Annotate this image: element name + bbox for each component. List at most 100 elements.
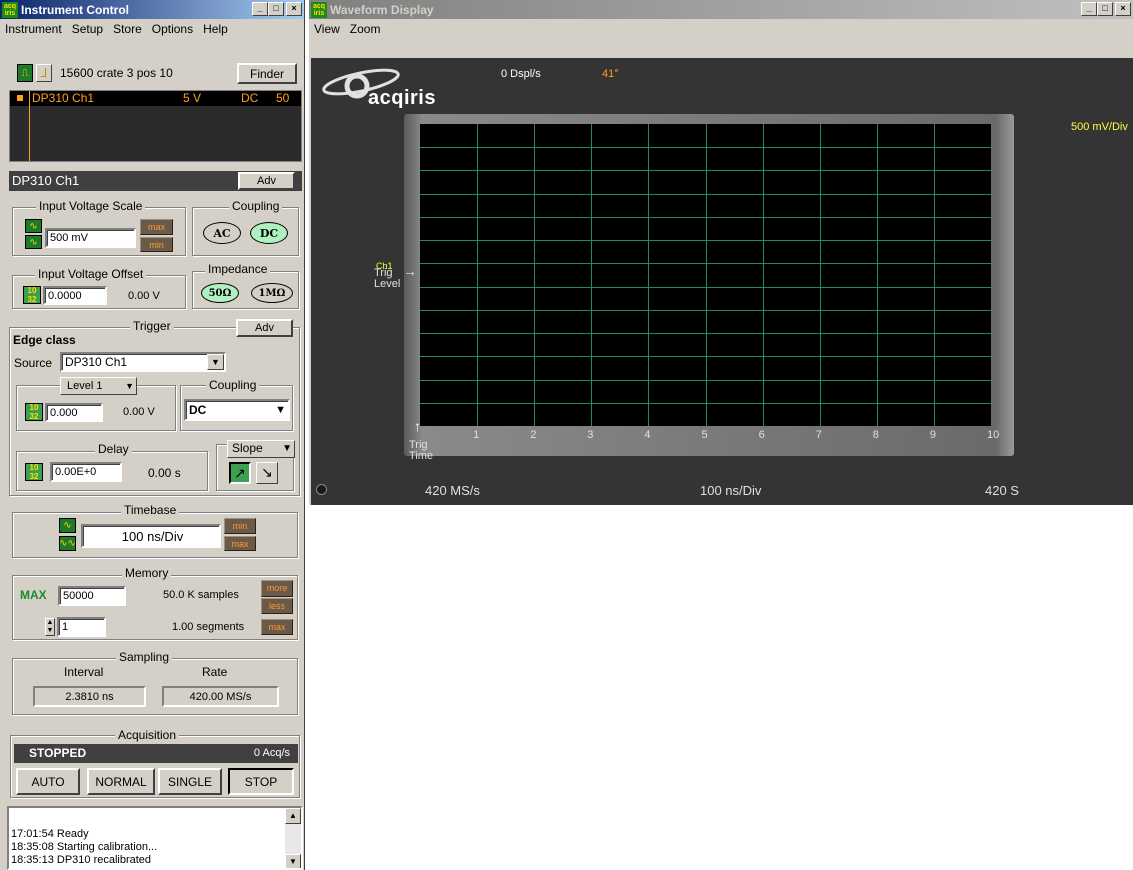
channel-volts: 5 V: [183, 91, 202, 105]
delay-label: Delay: [95, 442, 132, 456]
instrument-control-window: acq iris Instrument Control _ □ × Instrum…: [0, 0, 305, 870]
delay-field[interactable]: 0.00E+0: [50, 462, 122, 482]
level-numeric-icon[interactable]: 10 32: [25, 403, 43, 421]
falling-slope-button[interactable]: ↘: [256, 462, 278, 484]
menu-store[interactable]: Store: [108, 22, 147, 36]
memory-segments-readout: 1.00 segments: [172, 621, 245, 633]
acquisition-status-bar: STOPPED 0 Acq/s: [14, 744, 298, 763]
slope-select[interactable]: Slope ▼: [227, 440, 295, 458]
x-tick-label: 6: [758, 429, 765, 441]
trigger-class: Edge class: [13, 333, 76, 347]
memory-samples-field[interactable]: 50000: [58, 586, 126, 606]
memory-label: Memory: [122, 566, 172, 580]
channel-row[interactable]: DP310 Ch1 5 V DC 50: [10, 91, 301, 106]
finder-button[interactable]: Finder: [237, 63, 297, 84]
trigger-source-value: DP310 Ch1: [65, 355, 128, 369]
log-scrollbar[interactable]: ▲ ▼: [285, 808, 301, 868]
stop-button[interactable]: STOP: [228, 768, 294, 795]
volts-per-div: 500 mV/Div: [1071, 121, 1128, 133]
trigger-coupling-value: DC: [189, 403, 207, 417]
delay-numeric-icon[interactable]: 10 32: [25, 463, 43, 481]
channel-list[interactable]: DP310 Ch1 5 V DC 50: [9, 90, 302, 162]
chevron-down-icon[interactable]: ▼: [125, 378, 134, 394]
rate-readout: 420.00 MS/s: [162, 686, 279, 707]
memory-less-button[interactable]: less: [261, 598, 293, 614]
timebase-sine-icon[interactable]: ∿: [59, 518, 76, 533]
impedance-1m-button[interactable]: 1MΩ: [251, 283, 293, 303]
segments-spinner[interactable]: ▲ ▼: [45, 618, 55, 636]
analog-mode-icon[interactable]: ⎍: [17, 64, 33, 82]
menu-view[interactable]: View: [309, 22, 345, 36]
memory-segments-field[interactable]: 1: [57, 617, 106, 637]
close-button[interactable]: ×: [286, 2, 302, 16]
auto-button[interactable]: AUTO: [16, 768, 80, 795]
offset-numeric-icon[interactable]: 10 32: [23, 286, 41, 304]
x-tick-label: 4: [644, 429, 651, 441]
scroll-down-icon[interactable]: ▼: [285, 854, 301, 868]
scale-max-button[interactable]: max: [140, 219, 173, 235]
trigger-label: Trigger: [130, 319, 174, 333]
menu-help[interactable]: Help: [198, 22, 233, 36]
chevron-down-icon[interactable]: ▼: [275, 404, 286, 416]
timebase-fast-icon[interactable]: ∿∿: [59, 536, 76, 551]
trigger-level-field[interactable]: 0.000: [45, 403, 103, 422]
chevron-down-icon[interactable]: ▼: [207, 354, 224, 370]
trigger-coupling-select[interactable]: DC ▼: [184, 399, 290, 421]
chevron-down-icon[interactable]: ▼: [282, 441, 292, 456]
interval-label: Interval: [64, 665, 104, 679]
maximize-button[interactable]: □: [1097, 2, 1113, 16]
trig-level-label: Trig Level: [374, 267, 401, 290]
scale-sine-icon[interactable]: ∿: [25, 219, 42, 233]
impedance-50-button[interactable]: 50Ω: [201, 283, 239, 303]
trig-time-label: Trig Time: [409, 439, 434, 462]
log-box[interactable]: 17:01:54 Ready 18:35:08 Starting calibra…: [7, 806, 303, 870]
memory-max-button[interactable]: max: [261, 619, 293, 635]
channel-adv-button[interactable]: Adv: [238, 172, 295, 190]
trig-time-arrow[interactable]: ↑: [414, 418, 421, 434]
display-rate: 0 Dspl/s: [501, 68, 541, 80]
instrument-titlebar[interactable]: acq iris Instrument Control _ □ ×: [0, 0, 304, 19]
trigger-level-readout: 0.00 V: [123, 406, 155, 418]
acquisition-status: STOPPED: [29, 746, 87, 760]
minimize-button[interactable]: _: [1081, 2, 1097, 16]
input-offset-label: Input Voltage Offset: [35, 267, 147, 281]
memory-more-button[interactable]: more: [261, 580, 293, 597]
x-tick-label: 7: [815, 429, 822, 441]
coupling-dc-button[interactable]: DC: [250, 222, 288, 244]
input-scale-field[interactable]: 500 mV: [45, 228, 136, 248]
channel-impedance: 50: [276, 91, 290, 105]
memory-max-label: MAX: [20, 588, 47, 602]
offset-field[interactable]: 0.0000: [43, 286, 107, 305]
instrument-menubar: Instrument Setup Store Options Help: [0, 19, 304, 38]
timebase-min-button[interactable]: min: [224, 518, 256, 534]
scroll-up-icon[interactable]: ▲: [285, 808, 301, 824]
close-button[interactable]: ×: [1115, 2, 1131, 16]
digital-mode-icon[interactable]: ⅃: [36, 64, 52, 82]
maximize-button[interactable]: □: [268, 2, 284, 16]
timebase-field[interactable]: 100 ns/Div: [81, 524, 221, 548]
minimize-button[interactable]: _: [252, 2, 268, 16]
normal-button[interactable]: NORMAL: [87, 768, 155, 795]
menu-setup[interactable]: Setup: [67, 22, 108, 36]
menu-options[interactable]: Options: [147, 22, 198, 36]
log-line: 18:35:13 DP310 recalibrated: [11, 854, 152, 866]
scope-area: acqiris 0 Dspl/s 41° 500 mV/Div Ch1 Trig…: [311, 58, 1133, 505]
coupling-ac-button[interactable]: AC: [203, 222, 241, 244]
menu-instrument[interactable]: Instrument: [0, 22, 67, 36]
trigger-adv-button[interactable]: Adv: [236, 319, 293, 337]
trigger-coupling-label: Coupling: [206, 378, 260, 392]
timebase-max-button[interactable]: max: [224, 536, 256, 551]
waveform-window: acq iris Waveform Display _ □ × View Zoom…: [309, 0, 1133, 505]
trigger-source-select[interactable]: DP310 Ch1 ▼: [60, 352, 226, 372]
timebase-label: Timebase: [121, 503, 180, 517]
logo-text: acqiris: [368, 87, 436, 109]
waveform-titlebar[interactable]: acq iris Waveform Display _ □ ×: [309, 0, 1133, 19]
trigger-level-select[interactable]: Level 1 ▼: [60, 377, 137, 395]
rising-slope-button[interactable]: ↗: [229, 462, 251, 484]
menu-zoom[interactable]: Zoom: [345, 22, 386, 36]
scale-sine-small-icon[interactable]: ∿: [25, 235, 42, 249]
trig-level-arrow[interactable]: →: [403, 263, 417, 279]
scale-min-button[interactable]: min: [140, 237, 173, 252]
trigger-level-select-value: Level 1: [67, 380, 103, 392]
single-button[interactable]: SINGLE: [158, 768, 222, 795]
